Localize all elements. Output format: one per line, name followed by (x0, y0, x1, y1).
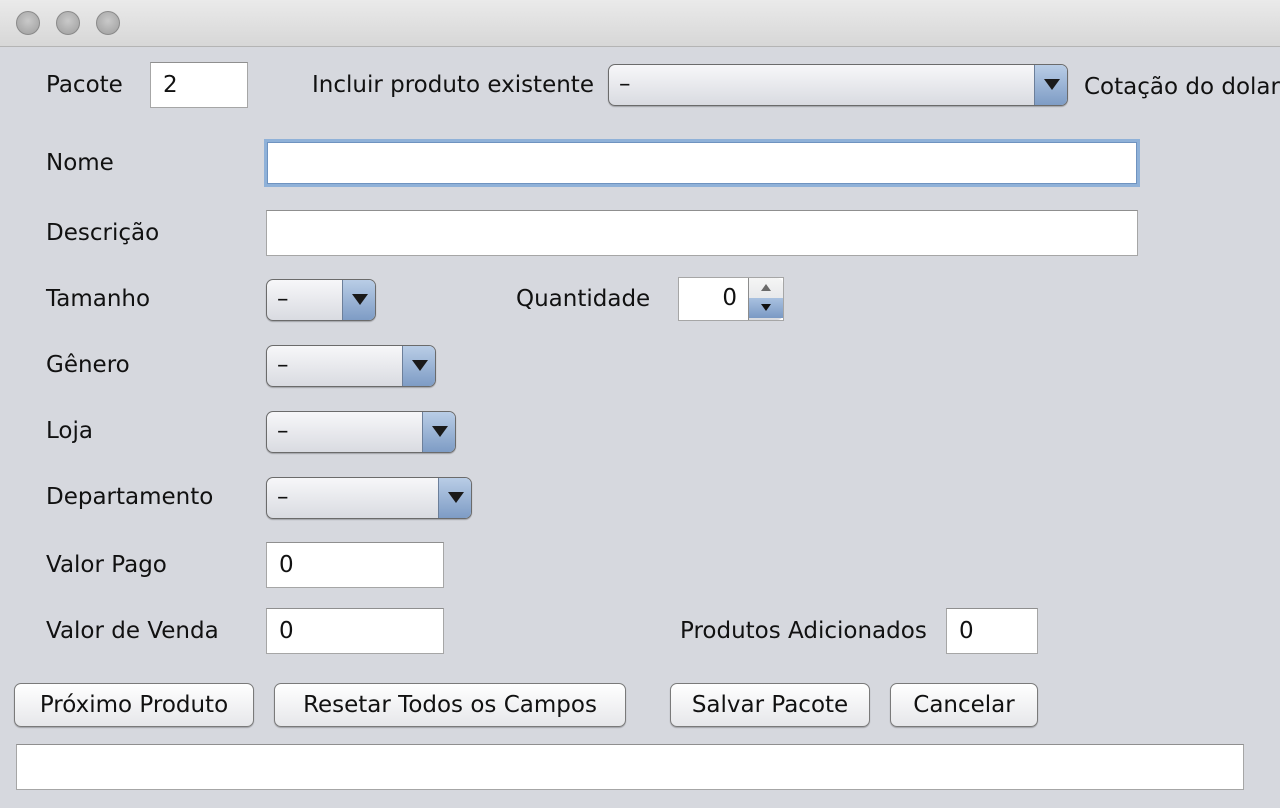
spinner-up-icon[interactable] (749, 278, 783, 299)
nome-input[interactable] (264, 139, 1140, 187)
minimize-window-icon[interactable] (56, 11, 80, 35)
tamanho-label: Tamanho (46, 286, 151, 312)
incluir-produto-value: – (619, 71, 631, 97)
cotacao-dolar-label: Cotação do dolar (1084, 74, 1280, 100)
valor-pago-label: Valor Pago (46, 552, 167, 578)
tamanho-value: – (277, 286, 289, 312)
spinner-buttons (748, 278, 783, 320)
valor-venda-input[interactable]: 0 (266, 608, 444, 654)
pacote-input[interactable]: 2 (150, 62, 248, 108)
quantidade-value: 0 (722, 285, 737, 311)
loja-label: Loja (46, 418, 93, 444)
salvar-pacote-button[interactable]: Salvar Pacote (670, 683, 870, 727)
window: Pacote 2 Incluir produto existente – Cot… (0, 0, 1280, 808)
quantidade-label: Quantidade (516, 286, 651, 312)
resetar-campos-button[interactable]: Resetar Todos os Campos (274, 683, 626, 727)
proximo-produto-button[interactable]: Próximo Produto (14, 683, 254, 727)
departamento-label: Departamento (46, 484, 214, 510)
descricao-label: Descrição (46, 220, 160, 246)
title-bar (0, 0, 1280, 47)
quantidade-spinner[interactable]: 0 (678, 277, 784, 321)
departamento-value: – (277, 484, 289, 510)
departamento-combo[interactable]: – (266, 477, 472, 519)
cancelar-button[interactable]: Cancelar (890, 683, 1038, 727)
genero-value: – (277, 352, 289, 378)
loja-combo[interactable]: – (266, 411, 456, 453)
pacote-label: Pacote (46, 72, 123, 98)
chevron-down-icon (438, 478, 471, 518)
chevron-down-icon (422, 412, 455, 452)
chevron-down-icon (1034, 65, 1067, 105)
produtos-adicionados-label: Produtos Adicionados (680, 618, 927, 644)
spinner-down-icon[interactable] (749, 298, 783, 318)
produtos-adicionados-field: 0 (946, 608, 1038, 654)
chevron-down-icon (342, 280, 375, 320)
descricao-input[interactable] (266, 210, 1138, 256)
zoom-window-icon[interactable] (96, 11, 120, 35)
close-window-icon[interactable] (16, 11, 40, 35)
valor-pago-input[interactable]: 0 (266, 542, 444, 588)
nome-label: Nome (46, 150, 114, 176)
tamanho-combo[interactable]: – (266, 279, 376, 321)
valor-venda-label: Valor de Venda (46, 618, 219, 644)
genero-label: Gênero (46, 352, 130, 378)
genero-combo[interactable]: – (266, 345, 436, 387)
status-field (16, 744, 1244, 790)
loja-value: – (277, 418, 289, 444)
incluir-produto-combo[interactable]: – (608, 64, 1068, 106)
chevron-down-icon (402, 346, 435, 386)
incluir-produto-label: Incluir produto existente (312, 72, 594, 98)
